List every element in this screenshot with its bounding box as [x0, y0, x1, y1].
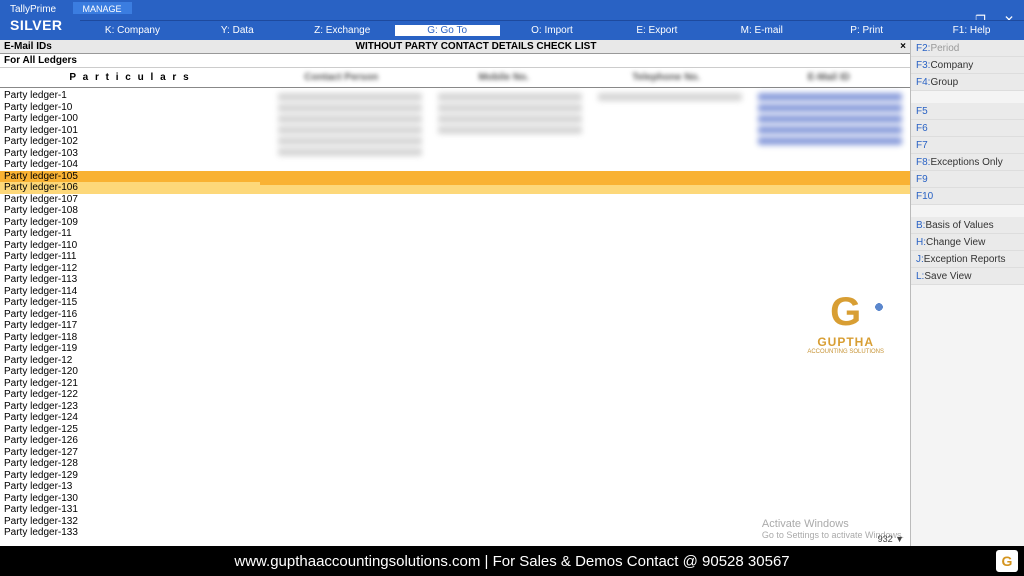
ledger-row[interactable]: Party ledger-11 — [0, 228, 910, 240]
col-contact: Contact Person — [260, 72, 423, 83]
ledger-row[interactable]: Party ledger-115 — [0, 297, 910, 309]
menu-print[interactable]: P: Print — [814, 25, 919, 36]
ledger-row[interactable]: Party ledger-120 — [0, 366, 910, 378]
subheader: For All Ledgers — [0, 54, 910, 68]
watermark-logo: G GUPTHA ACCOUNTING SOLUTIONS — [807, 290, 884, 355]
blurred-data — [270, 90, 910, 210]
side-item[interactable]: F6 — [911, 120, 1024, 137]
side-item[interactable]: B: Basis of Values — [911, 217, 1024, 234]
brand: TallyPrime SILVER — [0, 0, 73, 40]
col-particulars: P a r t i c u l a r s — [0, 72, 260, 83]
ledger-row[interactable]: Party ledger-12 — [0, 355, 910, 367]
side-item[interactable]: F10 — [911, 188, 1024, 205]
header-title: WITHOUT PARTY CONTACT DETAILS CHECK LIST — [52, 41, 900, 52]
ledger-row[interactable]: Party ledger-125 — [0, 424, 910, 436]
side-item[interactable]: F5 — [911, 103, 1024, 120]
activate-title: Activate Windows — [762, 518, 904, 530]
side-panel: F2: PeriodF3: CompanyF4: Group F5 F6 F7 F… — [910, 40, 1024, 546]
footer-text: www.gupthaaccountingsolutions.com | For … — [234, 553, 789, 570]
col-email: E-Mail ID — [748, 72, 911, 83]
logo-name: GUPTHA — [807, 335, 884, 349]
header-close-icon[interactable]: × — [900, 41, 910, 52]
menu-bar: K: Company Y: Data Z: Exchange G: Go To … — [80, 20, 1024, 40]
ledger-row[interactable]: Party ledger-131 — [0, 504, 910, 516]
ledger-row[interactable]: Party ledger-119 — [0, 343, 910, 355]
logo-sub: ACCOUNTING SOLUTIONS — [807, 349, 884, 355]
ledger-row[interactable]: Party ledger-13 — [0, 481, 910, 493]
ledger-row[interactable]: Party ledger-111 — [0, 251, 910, 263]
ledger-row[interactable]: Party ledger-122 — [0, 389, 910, 401]
ledger-row[interactable]: Party ledger-127 — [0, 447, 910, 459]
side-item[interactable]: H: Change View — [911, 234, 1024, 251]
row-count: 932 ▼ — [878, 534, 904, 544]
side-item[interactable]: F2: Period — [911, 40, 1024, 57]
side-item[interactable]: J: Exception Reports — [911, 251, 1024, 268]
ledger-row[interactable]: Party ledger-118 — [0, 332, 910, 344]
side-item[interactable]: F7 — [911, 137, 1024, 154]
menu-import[interactable]: O: Import — [500, 25, 605, 36]
ledger-row[interactable]: Party ledger-110 — [0, 240, 910, 252]
ledger-row[interactable]: Party ledger-128 — [0, 458, 910, 470]
side-item[interactable]: F4: Group — [911, 74, 1024, 91]
menu-exchange[interactable]: Z: Exchange — [290, 25, 395, 36]
brand-name: TallyPrime — [10, 3, 63, 16]
content-area: P a r t i c u l a r s Contact Person Mob… — [0, 68, 910, 546]
manage-tab[interactable]: MANAGE — [73, 2, 132, 14]
col-mobile: Mobile No. — [423, 72, 586, 83]
ledger-row[interactable]: Party ledger-129 — [0, 470, 910, 482]
columns-row: P a r t i c u l a r s Contact Person Mob… — [0, 68, 910, 88]
menu-company[interactable]: K: Company — [80, 25, 185, 36]
ledger-row[interactable]: Party ledger-130 — [0, 493, 910, 505]
header-label: E-Mail IDs — [0, 41, 52, 52]
ledger-row[interactable]: Party ledger-109 — [0, 217, 910, 229]
ledger-row[interactable]: Party ledger-126 — [0, 435, 910, 447]
ledger-row[interactable]: Party ledger-123 — [0, 401, 910, 413]
ledger-row[interactable]: Party ledger-116 — [0, 309, 910, 321]
menu-email[interactable]: M: E-mail — [709, 25, 814, 36]
side-item[interactable]: F3: Company — [911, 57, 1024, 74]
ledger-row[interactable]: Party ledger-121 — [0, 378, 910, 390]
logo-icon: G — [807, 290, 884, 335]
side-item[interactable]: F9 — [911, 171, 1024, 188]
side-item[interactable]: L: Save View — [911, 268, 1024, 285]
footer-bar: www.gupthaaccountingsolutions.com | For … — [0, 546, 1024, 576]
brand-edition: SILVER — [10, 16, 63, 34]
ledger-row[interactable]: Party ledger-124 — [0, 412, 910, 424]
ledger-row[interactable]: Party ledger-114 — [0, 286, 910, 298]
menu-help[interactable]: F1: Help — [919, 25, 1024, 36]
side-item[interactable]: F8: Exceptions Only — [911, 154, 1024, 171]
menu-export[interactable]: E: Export — [604, 25, 709, 36]
menu-data[interactable]: Y: Data — [185, 25, 290, 36]
col-telephone: Telephone No. — [585, 72, 748, 83]
header-row: E-Mail IDs WITHOUT PARTY CONTACT DETAILS… — [0, 40, 910, 54]
footer-logo-icon: G — [996, 550, 1018, 572]
ledger-row[interactable]: Party ledger-112 — [0, 263, 910, 275]
ledger-row[interactable]: Party ledger-117 — [0, 320, 910, 332]
ledger-row[interactable]: Party ledger-113 — [0, 274, 910, 286]
menu-goto[interactable]: G: Go To — [395, 25, 500, 36]
